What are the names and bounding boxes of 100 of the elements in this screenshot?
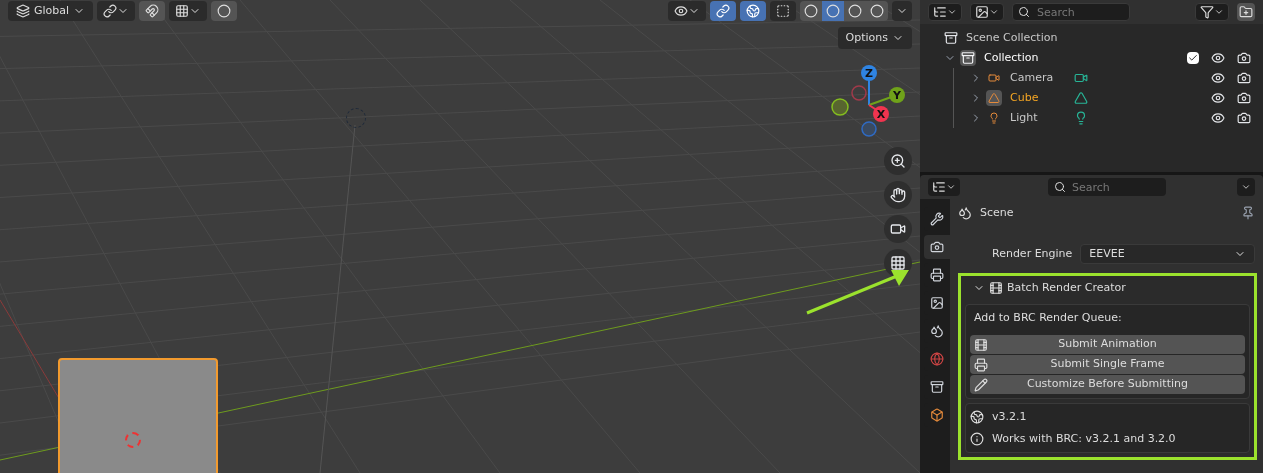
- caret-icon: [946, 182, 956, 192]
- check-icon: [1188, 53, 1198, 63]
- tree-item-label[interactable]: Light: [1010, 109, 1070, 127]
- hand-icon: [890, 187, 906, 203]
- tree-item-label[interactable]: Cube: [1010, 89, 1070, 107]
- pivot-dropdown[interactable]: [97, 1, 136, 21]
- object-origin-icon: [125, 432, 141, 448]
- snap-toggle[interactable]: [139, 1, 166, 21]
- context-label: Scene: [980, 204, 1014, 221]
- caret-icon: [947, 7, 957, 17]
- sphere-icon: [746, 4, 760, 18]
- render-icon[interactable]: [1237, 51, 1251, 65]
- box-icon: [930, 380, 944, 394]
- circle-icon: [826, 4, 840, 18]
- proportional-edit-toggle[interactable]: [211, 1, 238, 21]
- transform-orientation-dropdown[interactable]: Global: [8, 1, 94, 21]
- object-type-icon: [986, 90, 1002, 106]
- shading-mode-button[interactable]: [822, 1, 844, 21]
- panel-header[interactable]: Batch Render Creator: [965, 276, 1250, 300]
- printer-icon: [974, 357, 988, 372]
- film-reel-icon: [974, 337, 988, 352]
- pin-icon[interactable]: [1241, 206, 1255, 220]
- axis-gizmo-drawing[interactable]: Z Y X: [828, 60, 910, 140]
- image-icon: [930, 296, 944, 310]
- filter-layer-dropdown[interactable]: [970, 3, 1004, 21]
- dashed-square-icon: [776, 4, 790, 18]
- circle-icon: [804, 4, 818, 18]
- render-engine-dropdown[interactable]: EEVEE: [1080, 244, 1255, 264]
- list-icon: [932, 180, 946, 194]
- exclude-checkbox[interactable]: [1187, 52, 1199, 64]
- droplets-icon: [930, 324, 944, 338]
- camera-view-button[interactable]: [884, 215, 912, 243]
- image-icon: [975, 5, 989, 19]
- shading-mode-button[interactable]: [800, 1, 822, 21]
- visibility-icon[interactable]: [1211, 91, 1225, 105]
- render-icon[interactable]: [1237, 111, 1251, 125]
- editor-type-dropdown[interactable]: [928, 178, 960, 196]
- wrench-icon: [930, 212, 944, 226]
- zoom-button[interactable]: [884, 147, 912, 175]
- link-icon: [716, 4, 730, 18]
- info-icon: [970, 432, 984, 446]
- new-collection-button[interactable]: [1237, 3, 1255, 21]
- magnet-icon: [145, 4, 160, 18]
- cube-icon: [930, 408, 944, 422]
- film-reel-icon: [989, 281, 1003, 295]
- visibility-icon[interactable]: [1211, 51, 1225, 65]
- display-mode-dropdown[interactable]: [928, 3, 962, 21]
- tree-item-label[interactable]: Scene Collection: [966, 29, 1058, 47]
- visibility-icon[interactable]: [1211, 111, 1225, 125]
- snap-target-dropdown[interactable]: [169, 1, 208, 21]
- grid-icon: [890, 255, 906, 271]
- circle-icon: [870, 4, 884, 18]
- object-data-icon[interactable]: [1074, 111, 1088, 125]
- search-field[interactable]: Search: [1048, 178, 1166, 196]
- 3d-viewport[interactable]: Global Options Z Y X: [0, 0, 920, 473]
- grid-icon: [175, 4, 190, 18]
- eye-icon: [674, 4, 688, 18]
- overlays-toggle[interactable]: [740, 1, 766, 21]
- pan-button[interactable]: [884, 181, 912, 209]
- scene-icon: [958, 206, 972, 220]
- properties-tab[interactable]: [924, 235, 950, 259]
- pencil-icon: [974, 377, 988, 392]
- circle-icon: [848, 4, 862, 18]
- shading-mode-button[interactable]: [866, 1, 888, 21]
- version-text: v3.2.1: [992, 408, 1027, 425]
- submit-button[interactable]: Customize Before Submitting: [970, 375, 1245, 394]
- tree-item-label[interactable]: Camera: [1010, 69, 1070, 87]
- caret-icon: [1241, 182, 1251, 192]
- printer-icon: [930, 268, 944, 282]
- shading-mode-button[interactable]: [844, 1, 866, 21]
- collection-icon: [960, 50, 976, 66]
- filter-icon: [1200, 5, 1214, 19]
- visibility-icon[interactable]: [1211, 71, 1225, 85]
- video-camera-icon: [890, 221, 906, 237]
- render-engine-label: Render Engine: [992, 245, 1073, 262]
- circle-icon: [217, 4, 232, 18]
- caret-icon: [989, 7, 999, 17]
- options-dropdown[interactable]: Options: [837, 27, 912, 49]
- render-icon[interactable]: [1237, 71, 1251, 85]
- globe-icon: [930, 352, 944, 366]
- caret-icon: [1214, 7, 1224, 17]
- section-heading: Add to BRC Render Queue:: [973, 309, 1123, 326]
- visibility-dropdown[interactable]: [668, 1, 706, 21]
- list-icon: [933, 5, 947, 19]
- filter-dropdown[interactable]: [1195, 3, 1229, 21]
- submit-button[interactable]: Submit Animation: [970, 335, 1245, 354]
- new-folder-icon: [1239, 5, 1253, 19]
- camera-icon: [930, 240, 944, 254]
- compatibility-note: Works with BRC: v3.2.1 and 3.2.0: [992, 430, 1176, 447]
- render-icon[interactable]: [1237, 91, 1251, 105]
- collection-icon: [944, 31, 958, 45]
- gizmo-toggle[interactable]: [710, 1, 736, 21]
- shading-dropdown[interactable]: [892, 1, 912, 21]
- zoom-icon: [890, 153, 906, 169]
- search-field[interactable]: Search: [1012, 3, 1130, 21]
- submit-button[interactable]: Submit Single Frame: [970, 355, 1245, 374]
- object-data-icon[interactable]: [1074, 71, 1088, 85]
- xray-toggle[interactable]: [770, 1, 796, 21]
- tree-item-label[interactable]: Collection: [984, 49, 1039, 67]
- object-data-icon[interactable]: [1074, 91, 1088, 105]
